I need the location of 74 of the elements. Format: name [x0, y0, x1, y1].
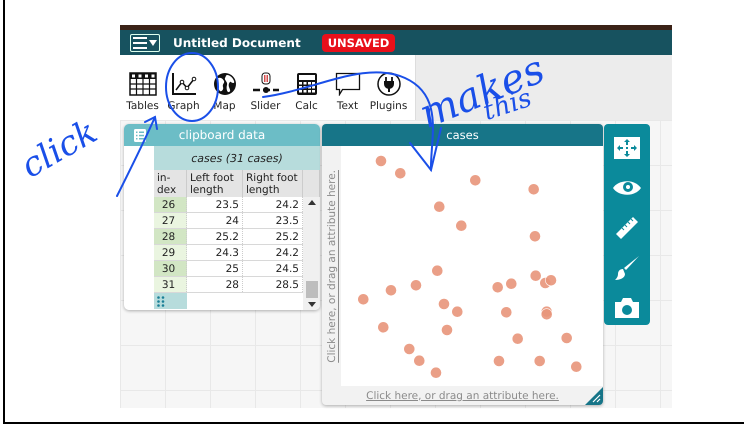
- menu-button[interactable]: [130, 34, 160, 52]
- data-dot[interactable]: [441, 324, 453, 336]
- table-cell: 24: [187, 213, 243, 228]
- data-dot[interactable]: [560, 332, 573, 344]
- row-index: 29: [154, 245, 187, 260]
- data-dot[interactable]: [394, 167, 406, 180]
- data-dot[interactable]: [438, 298, 450, 310]
- speech-bubble-icon: [334, 72, 360, 96]
- ruler-icon: [614, 215, 640, 241]
- table-cell: 24.3: [187, 245, 243, 260]
- column-header[interactable]: Left foot length: [187, 170, 243, 198]
- row-index: 31: [154, 277, 187, 292]
- scroll-down-icon[interactable]: [308, 302, 316, 307]
- table-cell: 28: [187, 277, 243, 292]
- data-dot[interactable]: [540, 308, 553, 320]
- table-list-icon: [134, 128, 146, 142]
- plugins-tool-button[interactable]: Plugins: [368, 72, 409, 112]
- data-dot[interactable]: [570, 360, 582, 373]
- slider-icon: [252, 72, 280, 96]
- data-dot[interactable]: [451, 306, 464, 318]
- paintbrush-icon: [614, 255, 640, 281]
- data-dot[interactable]: [403, 343, 416, 355]
- slider-tool-button[interactable]: Slider: [245, 72, 286, 112]
- calculator-icon: [296, 72, 318, 96]
- data-dot[interactable]: [493, 355, 505, 367]
- table-cell: 23.5: [187, 197, 243, 212]
- unsaved-badge: UNSAVED: [322, 34, 396, 52]
- collection-title: cases (31 cases): [154, 146, 320, 170]
- line-graph-icon: [170, 72, 196, 96]
- data-dot[interactable]: [512, 332, 524, 345]
- handwritten-note: click: [16, 114, 103, 184]
- calc-tool-button[interactable]: Calc: [286, 72, 327, 112]
- row-index: 28: [154, 229, 187, 244]
- eye-icon: [612, 178, 642, 198]
- data-dot[interactable]: [505, 278, 518, 290]
- data-dot[interactable]: [534, 355, 546, 367]
- data-dot[interactable]: [492, 281, 504, 294]
- data-dot[interactable]: [545, 274, 557, 286]
- camera-icon: [614, 297, 640, 319]
- data-dot[interactable]: [431, 264, 444, 277]
- data-dot[interactable]: [413, 354, 426, 367]
- data-dot[interactable]: [375, 155, 387, 167]
- table-icon: [128, 72, 156, 96]
- scroll-thumb[interactable]: [306, 281, 318, 298]
- table-title: clipboard data: [178, 128, 266, 142]
- scroll-up-icon[interactable]: [308, 200, 316, 205]
- table-tool-button[interactable]: Tables: [122, 72, 163, 112]
- menu-icon: [132, 36, 158, 50]
- data-dot[interactable]: [455, 220, 468, 232]
- move-arrows-icon: [614, 137, 640, 159]
- table-cell: 25.2: [187, 229, 243, 244]
- column-header[interactable]: Right foot length: [243, 170, 303, 198]
- plug-icon: [376, 72, 400, 96]
- table-cell: 25: [187, 261, 243, 276]
- data-dot[interactable]: [528, 183, 540, 196]
- data-dot[interactable]: [430, 366, 442, 379]
- globe-icon: [212, 72, 236, 96]
- row-index: 30: [154, 261, 187, 276]
- drag-handle-icon[interactable]: [157, 296, 165, 306]
- data-dot[interactable]: [530, 270, 542, 282]
- resize-handle-icon[interactable]: [585, 387, 603, 405]
- row-index: 27: [154, 213, 187, 228]
- document-title[interactable]: Untitled Document: [173, 36, 301, 50]
- scrollbar[interactable]: [303, 197, 320, 310]
- data-dot[interactable]: [357, 293, 370, 306]
- text-tool-button[interactable]: Text: [327, 72, 368, 112]
- data-dot[interactable]: [529, 230, 541, 242]
- data-dot[interactable]: [385, 284, 397, 296]
- row-index: 26: [154, 197, 187, 212]
- data-dot[interactable]: [377, 321, 390, 334]
- data-dot[interactable]: [500, 306, 512, 318]
- data-dot[interactable]: [469, 174, 482, 186]
- data-dot[interactable]: [433, 200, 446, 213]
- data-dot[interactable]: [410, 279, 422, 292]
